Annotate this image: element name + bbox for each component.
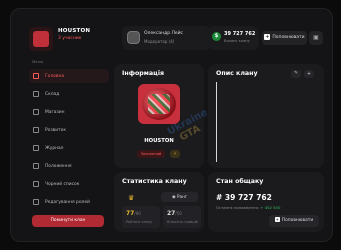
document-icon (33, 163, 39, 169)
clan-emblem (138, 84, 180, 124)
app-window: HOUSTON 3 учасник Олександр Лейс Модерат… (10, 8, 333, 242)
sidebar-item-journal[interactable]: Журнал (29, 141, 109, 155)
members-label: Кількість гравців (167, 220, 198, 224)
bank-card: Стан общаку # 39 727 762 Останнє поповне… (208, 172, 324, 232)
bank-amount: # 39 727 762 (216, 193, 272, 202)
user-name: Олександр Лейс (144, 31, 184, 36)
lightning-badge: ⚡ (170, 150, 180, 158)
plus-icon: + (274, 217, 280, 222)
top-bar: HOUSTON 3 учасник Олександр Лейс Модерат… (11, 9, 332, 51)
clan-logo (29, 27, 53, 51)
shop-icon (33, 109, 39, 115)
members-box: 27/50 Кількість гравців (163, 206, 201, 228)
dollar-icon: $ (212, 32, 221, 41)
last-topup: Останнє поповнення: + 452 550 (216, 205, 281, 210)
journal-icon (33, 145, 39, 151)
text-cursor (216, 82, 217, 162)
bank-title: Стан общаку (216, 178, 264, 185)
edit-icon[interactable]: ✎ (291, 70, 301, 78)
members-max: /50 (175, 211, 182, 216)
sidebar-item-rules[interactable]: Положення (29, 159, 109, 173)
stats-card: Статистика клану ♛ ◉ Ранг 77/90 Рейтинг … (114, 172, 204, 232)
balance-label: Баланс клану (224, 39, 250, 43)
avatar (127, 31, 140, 44)
info-title: Інформація (122, 70, 165, 77)
rating-box: 77/90 Рейтинг клану (122, 206, 160, 228)
topup-button[interactable]: + Поповнювати (262, 31, 307, 45)
box-icon (33, 91, 39, 97)
sidebar: Меню Головна Склад Магазин Розвиток Журн… (29, 59, 109, 213)
sidebar-item-home[interactable]: Головна (29, 69, 109, 83)
roles-icon (33, 199, 39, 205)
sidebar-item-shop[interactable]: Магазин (29, 105, 109, 119)
leave-clan-button[interactable]: Покинути клан (32, 215, 104, 227)
description-title: Опис клану (216, 70, 258, 77)
bell-icon: ▣ (313, 34, 319, 41)
sidebar-item-blacklist[interactable]: Чорний список (29, 177, 109, 191)
info-clan-name: HOUSTON (144, 138, 174, 144)
notifications-button[interactable]: ▣ (309, 31, 323, 45)
rank-button[interactable]: ◉ Ранг (161, 192, 198, 202)
add-icon[interactable]: + (304, 70, 314, 78)
ban-icon (33, 181, 39, 187)
menu-label: Меню (32, 59, 44, 64)
user-profile-chip[interactable]: Олександр Лейс Модератор (4) (122, 26, 210, 50)
rating-max: /90 (134, 211, 141, 216)
description-card: Опис клану ✎ + (208, 64, 324, 168)
bank-topup-button[interactable]: + Поповнювати (269, 215, 319, 227)
sidebar-item-roles[interactable]: Редагування ролей (29, 195, 109, 209)
plus-icon: + (264, 33, 271, 40)
info-card: Інформація HOUSTON Зачинений ⚡ (114, 64, 204, 168)
user-role: Модератор (4) (144, 39, 175, 44)
balance-value: 39 727 762 (224, 31, 256, 37)
sidebar-item-development[interactable]: Розвиток (29, 123, 109, 137)
clan-members-count: 3 учасник (58, 36, 82, 41)
balance-chip: $ 39 727 762 Баланс клану (207, 26, 259, 50)
chart-icon (33, 127, 39, 133)
stats-title: Статистика клану (122, 178, 187, 185)
last-topup-value: + 452 550 (260, 205, 281, 210)
clan-name: HOUSTON (58, 28, 91, 34)
trophy-icon: ♛ (128, 194, 135, 202)
status-badge: Зачинений (137, 150, 165, 158)
rating-label: Рейтинг клану (126, 220, 153, 224)
sidebar-item-warehouse[interactable]: Склад (29, 87, 109, 101)
home-icon (33, 73, 39, 79)
